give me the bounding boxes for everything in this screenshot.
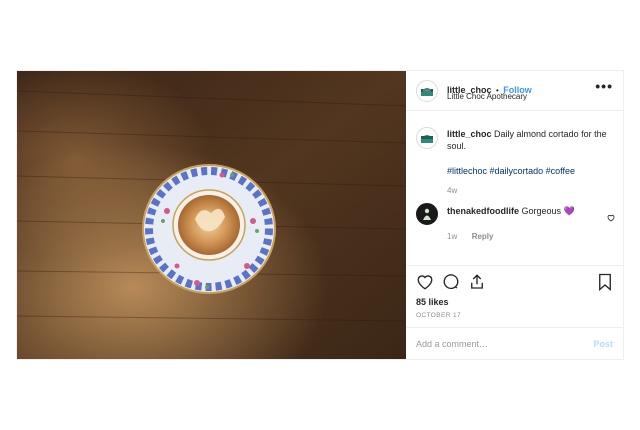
caption-hashtags: #littlechoc #dailycortado #coffee	[447, 165, 617, 177]
commenter-avatar-icon[interactable]	[416, 203, 438, 225]
post-comment-button[interactable]: Post	[593, 339, 613, 349]
cortado-photo-image	[17, 71, 406, 359]
comments-section: little_choc Daily almond cortado for the…	[406, 111, 623, 265]
little-choc-logo-icon[interactable]: CHOC	[416, 80, 438, 102]
bookmark-icon[interactable]	[597, 273, 613, 296]
comment-username[interactable]: thenakedfoodlife	[447, 206, 519, 216]
caption-username[interactable]: little_choc	[447, 129, 492, 139]
caption: little_choc Daily almond cortado for the…	[447, 128, 612, 152]
heart-icon[interactable]	[416, 273, 434, 296]
svg-text:CHOC: CHOC	[423, 88, 431, 92]
comment-age: 1w	[447, 232, 458, 241]
comment-like-heart-icon[interactable]	[607, 209, 615, 227]
comment: thenakedfoodlife Gorgeous 💜	[447, 205, 597, 217]
post-actions: 85 likes OCTOBER 17	[406, 265, 623, 325]
caption-avatar-icon[interactable]	[416, 127, 438, 149]
instagram-post-card: CHOC little_choc • Follow Little Choc Ap…	[16, 70, 624, 360]
post-sidebar: CHOC little_choc • Follow Little Choc Ap…	[406, 71, 623, 359]
post-date: OCTOBER 17	[416, 312, 462, 319]
hashtag-link[interactable]: #coffee	[546, 166, 575, 176]
share-icon[interactable]	[468, 273, 486, 296]
comment-icon[interactable]	[442, 273, 460, 296]
post-header: CHOC little_choc • Follow Little Choc Ap…	[406, 71, 623, 111]
comment-meta: 1w Reply	[447, 226, 493, 244]
location-link[interactable]: Little Choc Apothecary	[447, 92, 527, 101]
reply-button[interactable]: Reply	[472, 232, 494, 241]
hashtag-link[interactable]: #littlechoc	[447, 166, 487, 176]
caption-age: 4w	[447, 186, 458, 195]
hashtag-link[interactable]: #dailycortado	[490, 166, 544, 176]
add-comment-input[interactable]	[416, 336, 576, 352]
add-comment-bar: Post	[406, 327, 623, 359]
comment-text: Gorgeous	[521, 206, 562, 216]
post-photo[interactable]	[17, 71, 406, 359]
likes-count[interactable]: 85 likes	[416, 297, 449, 307]
purple-heart-emoji: 💜	[563, 206, 575, 216]
more-options-icon[interactable]: •••	[595, 79, 613, 93]
